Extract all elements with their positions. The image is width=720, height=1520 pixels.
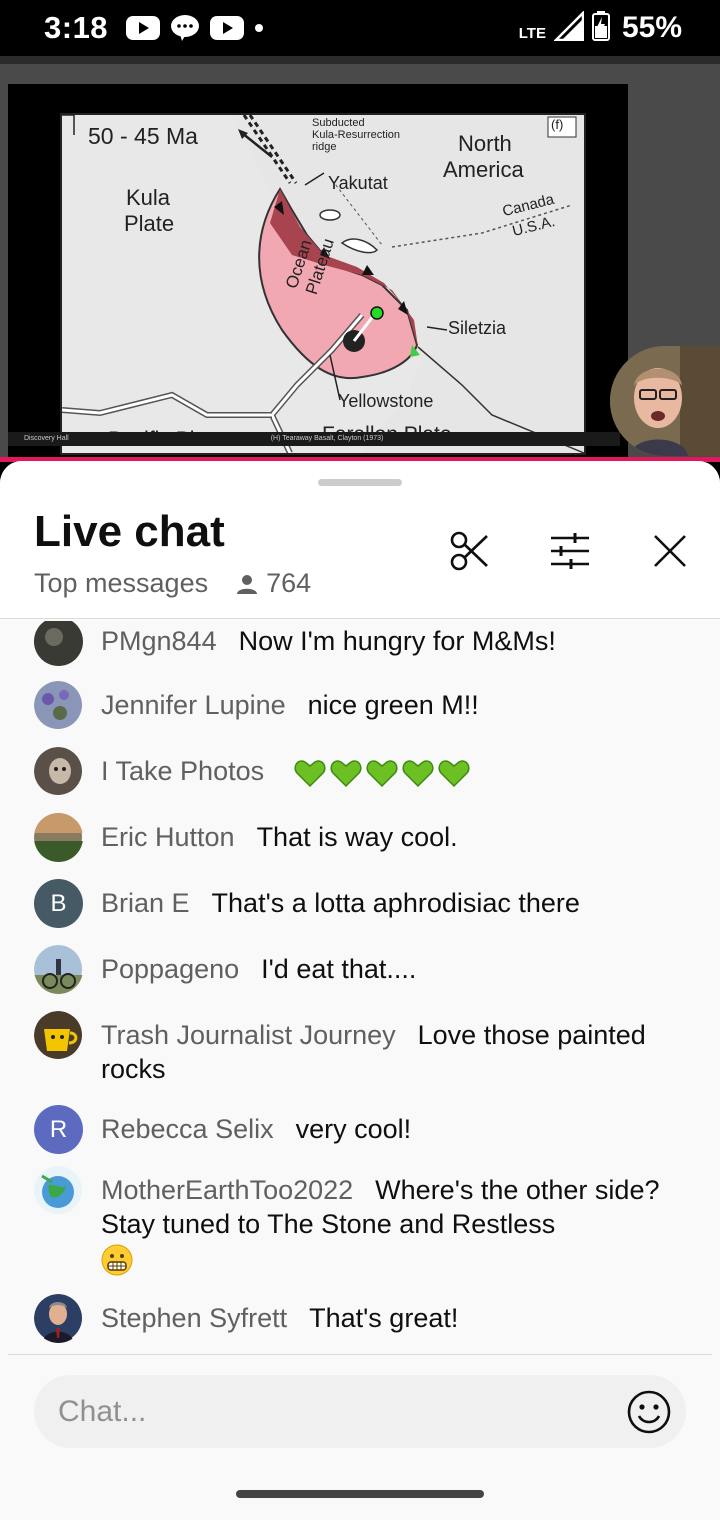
chat-message-list[interactable]: PMgn844 Now I'm hungry for M&Ms! Jennifer… <box>0 621 720 1354</box>
avatar[interactable] <box>34 1011 83 1060</box>
green-heart-icon <box>402 760 434 787</box>
battery-icon <box>591 10 610 46</box>
slide-footer: Discovery Hall (H) Tearaway Basalt, Clay… <box>8 432 620 446</box>
period-label: 50 - 45 Ma <box>88 123 198 149</box>
chat-filter[interactable]: Top messages 764 <box>34 568 311 599</box>
message-text: very cool! <box>295 1114 412 1144</box>
yakutat-label: Yakutat <box>328 173 388 193</box>
chat-message: PMgn844 Now I'm hungry for M&Ms! <box>34 621 694 666</box>
message-text: That's great! <box>309 1303 459 1333</box>
panel-letter: (f) <box>551 117 564 132</box>
youtube-icon <box>126 16 161 40</box>
avatar[interactable]: B <box>34 879 83 928</box>
presenter-webcam <box>610 346 720 456</box>
tectonic-map: 50 - 45 Ma (f) Kula Plate Subducted Kula… <box>60 113 586 455</box>
message-author[interactable]: PMgn844 <box>101 626 217 656</box>
green-heart-icon <box>366 760 398 787</box>
close-chat-button[interactable] <box>648 529 692 573</box>
sliders-icon <box>551 533 589 569</box>
message-text: Now I'm hungry for M&Ms! <box>238 626 556 656</box>
message-author[interactable]: Poppageno <box>101 954 239 984</box>
slide: 50 - 45 Ma (f) Kula Plate Subducted Kula… <box>8 84 628 461</box>
home-indicator[interactable] <box>236 1490 484 1498</box>
chat-message: R Rebecca Selix very cool! <box>34 1105 694 1154</box>
slide-footer-left: Discovery Hall <box>24 435 69 442</box>
message-author[interactable]: MotherEarthToo2022 <box>101 1175 353 1205</box>
chat-message: Trash Journalist Journey Love those paint… <box>34 1011 694 1086</box>
live-chat-panel: Live chat Top messages 764 PMgn844 Now I… <box>0 461 720 1520</box>
message-author[interactable]: Brian E <box>101 888 190 918</box>
message-text: I'd eat that.... <box>261 954 417 984</box>
message-text <box>294 756 474 787</box>
message-author[interactable]: Trash Journalist Journey <box>101 1020 396 1050</box>
chat-filter-label: Top messages <box>34 568 209 598</box>
clip-button[interactable] <box>448 529 492 573</box>
close-icon <box>654 535 686 567</box>
avatar[interactable] <box>34 621 83 666</box>
chat-message: Eric Hutton That is way cool. <box>34 813 694 862</box>
drag-handle[interactable] <box>318 479 402 486</box>
avatar[interactable] <box>34 1166 83 1215</box>
message-author[interactable]: Jennifer Lupine <box>101 690 286 720</box>
subducted-line3: ridge <box>312 141 337 153</box>
viewer-count: 764 <box>236 568 311 599</box>
chat-title: Live chat <box>34 507 225 556</box>
green-heart-icon <box>438 760 470 787</box>
chat-settings-button[interactable] <box>548 529 592 573</box>
emoji-button[interactable] <box>626 1389 672 1435</box>
grimace-emoji-icon <box>101 1241 694 1276</box>
chat-header: Live chat Top messages 764 <box>0 461 720 619</box>
video-player[interactable]: 50 - 45 Ma (f) Kula Plate Subducted Kula… <box>0 56 720 461</box>
green-heart-icon <box>330 760 362 787</box>
smiley-icon <box>627 1390 671 1434</box>
north-america-line2: America <box>443 157 524 182</box>
subducted-line2: Kula-Resurrection <box>312 129 401 141</box>
message-author[interactable]: I Take Photos <box>101 756 264 786</box>
person-icon <box>237 574 258 594</box>
avatar[interactable] <box>34 945 83 994</box>
message-author[interactable]: Eric Hutton <box>101 822 235 852</box>
avatar-letter: B <box>50 889 67 917</box>
message-text: That is way cool. <box>256 822 458 852</box>
chat-message: B Brian E That's a lotta aphrodisiac ther… <box>34 879 694 928</box>
kula-plate-line2: Plate <box>124 211 175 236</box>
chat-message: Poppageno I'd eat that.... <box>34 945 694 994</box>
chat-input-container[interactable] <box>34 1375 686 1448</box>
avatar-letter: R <box>49 1115 68 1143</box>
slide-footer-center: (H) Tearaway Basalt, Clayton (1973) <box>270 435 384 442</box>
message-author[interactable]: Stephen Syfrett <box>101 1303 287 1333</box>
avatar[interactable]: R <box>34 1105 83 1154</box>
avatar[interactable] <box>34 813 83 862</box>
chat-message: Stephen Syfrett That's great! <box>34 1294 694 1343</box>
chat-bubble-icon <box>170 14 200 42</box>
network-type: LTE <box>518 24 546 42</box>
message-text: That's a lotta aphrodisiac there <box>211 888 580 918</box>
battery-percent: 55% <box>621 11 682 44</box>
north-america-line1: North <box>458 131 512 156</box>
avatar[interactable] <box>34 747 83 796</box>
chat-input[interactable] <box>58 1394 598 1429</box>
signal-icon <box>552 9 585 46</box>
kula-plate-line1: Kula <box>126 185 171 210</box>
input-divider <box>8 1354 712 1355</box>
message-text: nice green M!! <box>307 690 479 720</box>
status-time: 3:18 <box>44 10 109 45</box>
chat-message: Jennifer Lupine nice green M!! <box>34 681 694 730</box>
presentation-toolbar <box>0 56 720 64</box>
dot-icon <box>254 23 264 33</box>
scissors-icon <box>450 531 488 571</box>
message-author[interactable]: Rebecca Selix <box>101 1114 274 1144</box>
green-heart-icon <box>294 760 326 787</box>
avatar[interactable] <box>34 1294 83 1343</box>
avatar[interactable] <box>34 681 83 730</box>
chat-message: I Take Photos <box>34 747 694 796</box>
chat-message: MotherEarthToo2022 Where's the other side… <box>34 1166 694 1276</box>
yellowstone-label: Yellowstone <box>338 391 434 411</box>
youtube-icon <box>210 16 245 40</box>
subducted-line1: Subducted <box>312 117 365 129</box>
siletzia-label: Siletzia <box>448 318 507 338</box>
status-bar: 3:18 LTE 55% <box>0 0 720 56</box>
viewer-count-value: 764 <box>266 568 312 598</box>
